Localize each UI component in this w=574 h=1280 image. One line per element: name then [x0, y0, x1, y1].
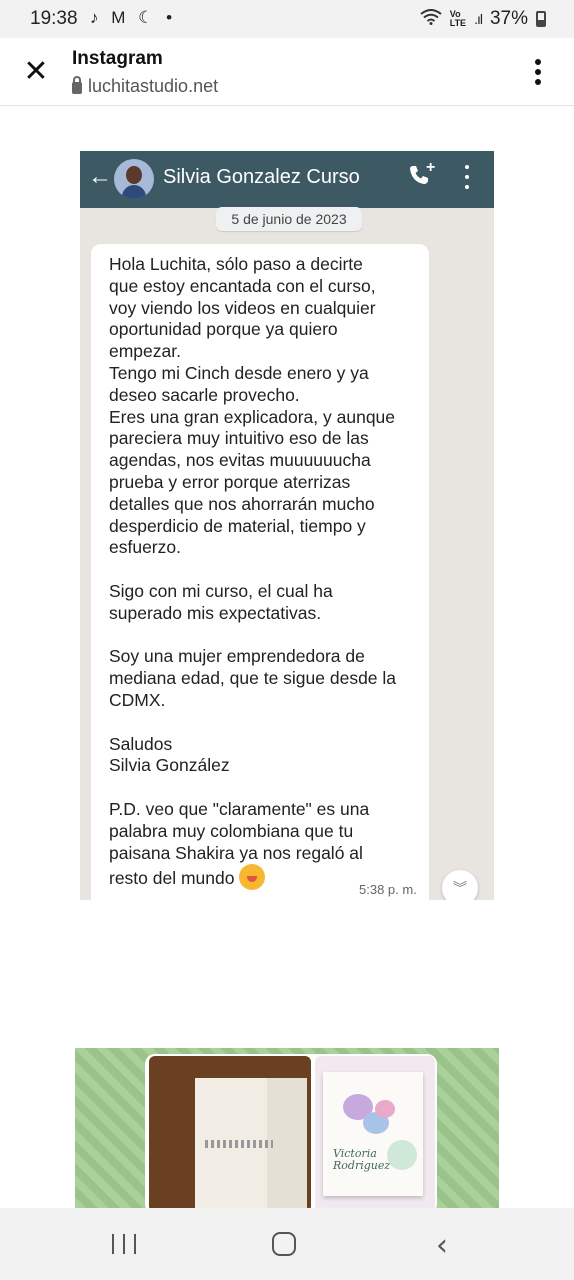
photo-frame: Victoria Rodriguez	[145, 1054, 437, 1208]
contact-name: Silvia Gonzalez Curso	[163, 166, 360, 188]
in-app-browser-header: ✕ Instagram luchitastudio.net	[0, 38, 574, 106]
status-bar: 19:38 ♪ M ☾ • Vo LTE .ıl 37%	[0, 0, 574, 38]
browser-url-row: luchitastudio.net	[72, 75, 218, 97]
lock-icon	[72, 75, 82, 94]
flower-decoration	[375, 1100, 395, 1118]
chat-header: ← Silvia Gonzalez Curso +	[80, 151, 494, 208]
back-icon[interactable]: ‹	[436, 1228, 448, 1263]
wifi-icon	[420, 8, 442, 30]
message-bubble: Hola Luchita, sólo paso a decirte que es…	[91, 244, 429, 900]
plus-icon: +	[426, 159, 436, 176]
status-time: 19:38	[30, 8, 78, 29]
agenda-photo	[149, 1056, 311, 1208]
chat-screenshot: ← Silvia Gonzalez Curso + 5 de junio de …	[80, 151, 494, 900]
planner-badge	[387, 1140, 417, 1170]
navigation-bar: ‹	[0, 1208, 574, 1280]
battery-percent: 37%	[489, 8, 528, 29]
signal-icon: .ıl	[474, 11, 483, 27]
planner-photo: Victoria Rodriguez	[315, 1056, 435, 1208]
chat-menu-icon	[461, 165, 473, 189]
message-body: Hola Luchita, sólo paso a decirte que es…	[109, 254, 397, 889]
back-arrow-icon: ←	[88, 163, 112, 190]
smiling-face-with-hand-over-mouth-icon	[239, 864, 266, 891]
recent-apps-icon[interactable]	[112, 1234, 136, 1254]
phone-screen: 19:38 ♪ M ☾ • Vo LTE .ıl 37% ✕ Instagram…	[0, 0, 574, 1280]
volte-indicator: Vo LTE	[449, 9, 467, 28]
message-text: Hola Luchita, sólo paso a decirte que es…	[109, 254, 419, 891]
agenda-page-right	[267, 1078, 307, 1208]
planner-name: Victoria Rodriguez	[333, 1147, 391, 1172]
battery-icon	[536, 11, 546, 27]
date-badge: 5 de junio de 2023	[216, 207, 362, 231]
close-icon[interactable]: ✕	[20, 56, 52, 88]
more-options-icon[interactable]	[522, 56, 554, 88]
contact-avatar	[114, 159, 154, 199]
planner-cover: Victoria Rodriguez	[323, 1072, 423, 1196]
scroll-down-icon: ︾	[442, 870, 478, 900]
notification-icons: ♪ M ☾ •	[90, 8, 177, 27]
message-timestamp: 5:38 p. m.	[359, 882, 417, 897]
browser-title: Instagram	[72, 48, 163, 69]
agenda-rings	[205, 1140, 273, 1148]
browser-url[interactable]: luchitastudio.net	[88, 76, 218, 97]
home-icon[interactable]	[272, 1232, 296, 1256]
promo-image: Victoria Rodriguez	[75, 1048, 499, 1208]
status-right-group: Vo LTE .ıl 37%	[420, 8, 546, 30]
